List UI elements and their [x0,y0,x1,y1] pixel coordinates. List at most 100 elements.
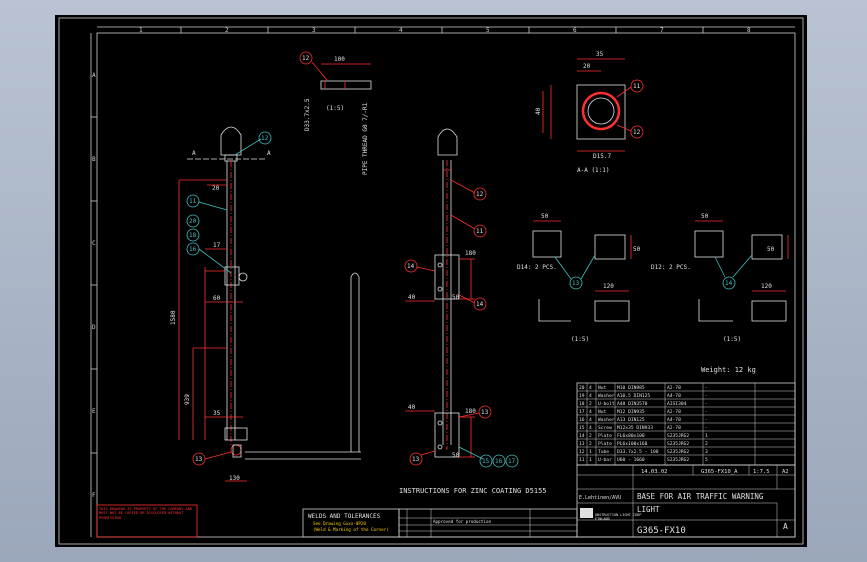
bom-cell: 4 [589,417,592,423]
bom-cell: A48 DIN3570 [617,401,648,407]
bom-cell: 4 [589,409,592,415]
bom-cell: M12 DIN935 [617,409,645,415]
dim-157: D15.7 [593,153,611,160]
section-title: A-A (1:1) [577,167,610,174]
dim-50-lower: 50 [452,452,460,459]
cad-viewport[interactable]: 1 2 3 4 5 6 7 8 A B C D E F A A 1580 939… [55,15,807,547]
dim-130: 130 [229,475,240,482]
dim-40: 40 [408,294,416,301]
bom-cell: S235JRG2 [667,433,689,439]
bom-cell: A4-70 [667,393,681,399]
company-logo [580,508,593,518]
bom-cell: AISI304 [667,401,687,407]
bom-cell: - [705,410,708,415]
row-label: F [92,492,96,499]
plate-details: 50 50 120 50 50 120 D14: 2 PCS. D12: 2 P… [517,213,789,374]
dim-120-p1: 120 [603,283,614,290]
col-label: 2 [225,27,229,34]
bom-cell: Nut [598,385,607,391]
col-label: 3 [312,27,316,34]
dim-tube: D33.7x2.5 [304,98,311,131]
bom-cell: - [705,386,708,391]
bom-cell: A4-70 [667,417,681,423]
balloon-12-center: 12 [476,191,484,198]
balloon-20: 20 [189,218,197,225]
bom-cell: 5 [705,457,708,463]
title-block: 14.03.02 G365-FX10_A 1:7.5 A2 E.Lehtinen… [576,464,796,538]
balloon-16-center: 16 [495,458,503,465]
bom-cell: 1 [705,433,708,439]
bom-cell: Plate [598,433,612,439]
tb-date: 14.03.02 [641,469,668,475]
col-label: 5 [486,27,490,34]
bom-cell: 4 [589,385,592,391]
dim-20: 20 [212,185,220,192]
balloon-17: 17 [508,458,516,465]
bom-cell: - [705,394,708,399]
bom-cell: 14 [579,433,585,439]
scale-label-plate-right: (1:5) [723,336,741,343]
balloon-16: 16 [189,246,197,253]
tb-country: FINLAND [595,517,610,521]
dim-50-p3: 50 [701,213,709,220]
bom-cell: 17 [579,409,585,415]
balloon-15: 15 [482,458,490,465]
dim-17: 17 [213,242,221,249]
col-label: 7 [660,27,664,34]
dim-939: 939 [184,394,191,405]
property-note: THIS DRAWING IS PROPERTY OF THE COMPANY … [99,507,193,520]
bom-cell: - [705,402,708,407]
section-marker-right: A [267,150,271,157]
tb-revision: A [783,522,788,531]
bom-cell: 20 [579,385,585,391]
bom-cell: 15 [579,425,585,431]
welds-line1: See Drawing Gxxx-0P20 [313,521,366,526]
balloon-13-plate: 13 [572,280,580,287]
col-label: 1 [139,27,143,34]
dim-40-lower: 40 [408,404,416,411]
dim-100: 100 [334,56,345,63]
row-label: E [92,408,96,415]
bom-cell: Screw [598,425,612,431]
tb-title-line1: BASE FOR AIR TRAFFIC WARNING [637,492,764,501]
bom-cell: S235JRG2 [667,449,689,455]
bom-cell: - [705,426,708,431]
dim-1580: 1580 [170,310,177,325]
drawing-sheet: 1 2 3 4 5 6 7 8 A B C D E F A A 1580 939… [58,17,804,545]
bom-cell: 13 [579,441,585,447]
main-view-left: A A 1580 939 20 17 60 35 130 [170,126,361,482]
section-marker-left: A [192,150,196,157]
bom-cell: 19 [579,393,585,399]
bottom-notes: THIS DRAWING IS PROPERTY OF THE COMPANY … [96,487,578,538]
bom-cell: Washer [598,417,615,423]
row-label: B [92,156,96,163]
bom-cell: FL6x80x100 [617,433,645,439]
weight-label: Weight: 12 kg [701,366,756,374]
bom-cell: 4 [589,393,592,399]
balloon-11-center: 11 [476,228,484,235]
balloon-12: 12 [261,135,269,142]
dim-60: 60 [213,295,221,302]
bom-cell: 16 [579,417,585,423]
bom-cell: U-bar [598,457,612,463]
bom-cell: M12x35 DIN933 [617,425,653,431]
balloon-11-aa: 11 [633,83,641,90]
dim-180: 180 [465,250,476,257]
bom-cell: 12 [579,449,585,455]
bom-cell: D33.7x2.5 - 100 [617,449,659,455]
bom-cell: 11 [579,457,585,463]
main-view-center: 180 180 50 50 40 40 12 11 14 14 13 13 15… [404,128,519,468]
bom-cell: M10 DIN985 [617,385,645,391]
revision-note: Approved for production [433,519,491,524]
bom-cell: 18 [579,401,585,407]
dim-50-p2: 50 [633,246,641,253]
bom-cell: 2 [589,401,592,407]
bom-cell: Plate [598,441,612,447]
pcs-note-left: D14: 2 PCS. [517,264,557,271]
tube-detail: 12 100 (1:5) D33.7x2.5 PIPE THREAD G0 7/… [299,51,372,175]
dim-50-p4: 50 [767,246,775,253]
tb-doc-number: G365-FX10 [637,526,686,536]
balloon-11: 11 [189,198,197,205]
section-a-a: 35 20 40 D15.7 A-A (1:1) 11 12 [535,51,644,174]
bom-cell: A10.5 DIN125 [617,393,650,399]
